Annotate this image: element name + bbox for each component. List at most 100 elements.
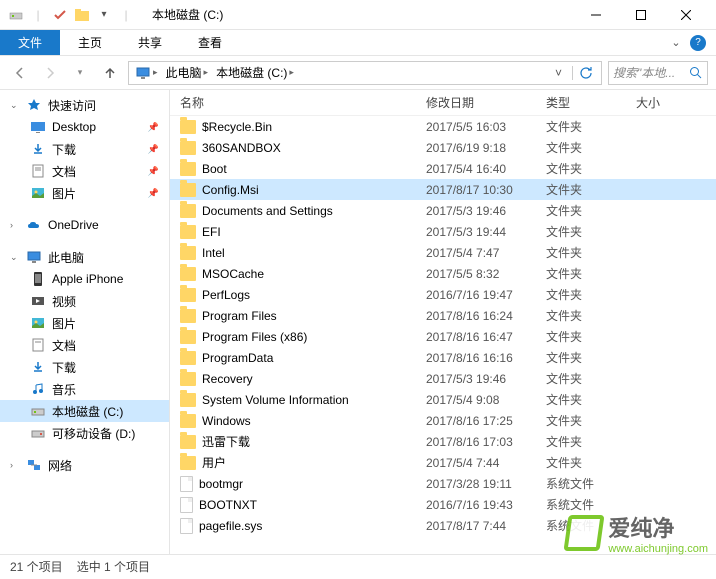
nav-downloads2[interactable]: 下载: [0, 356, 169, 378]
folder-small-icon[interactable]: [74, 7, 90, 23]
navigation-pane: ⌄快速访问 Desktop📌 下载📌 文档📌 图片📌 ›OneDrive ⌄此电…: [0, 90, 170, 554]
watermark: 爱纯净 www.aichunjing.com: [566, 511, 708, 555]
table-row[interactable]: Config.Msi2017/8/17 10:30文件夹: [170, 179, 716, 200]
nav-onedrive[interactable]: ›OneDrive: [0, 214, 169, 236]
nav-pictures[interactable]: 图片📌: [0, 182, 169, 204]
header-type[interactable]: 类型: [546, 94, 636, 111]
chevron-down-icon[interactable]: ⌄: [10, 252, 20, 263]
home-tab[interactable]: 主页: [60, 30, 120, 55]
breadcrumb-seg-cdrive[interactable]: 本地磁盘 (C:) ▸: [212, 64, 298, 81]
table-row[interactable]: Boot2017/5/4 16:40文件夹: [170, 158, 716, 179]
chevron-down-icon[interactable]: ⌄: [668, 35, 684, 51]
search-icon[interactable]: [689, 66, 703, 80]
desktop-icon: [30, 119, 46, 135]
table-row[interactable]: Intel2017/5/4 7:47文件夹: [170, 242, 716, 263]
file-type: 文件夹: [546, 391, 636, 408]
file-date: 2017/5/3 19:44: [426, 225, 546, 239]
table-row[interactable]: MSOCache2017/5/5 8:32文件夹: [170, 263, 716, 284]
picture-icon: [30, 185, 46, 201]
table-row[interactable]: System Volume Information2017/5/4 9:08文件…: [170, 389, 716, 410]
share-tab[interactable]: 共享: [120, 30, 180, 55]
file-type: 文件夹: [546, 286, 636, 303]
status-bar: 21 个项目 选中 1 个项目: [0, 554, 716, 578]
back-button[interactable]: [8, 61, 32, 85]
file-name: 迅雷下载: [202, 433, 250, 450]
file-type: 文件夹: [546, 181, 636, 198]
breadcrumb-seg-thispc[interactable]: 此电脑 ▸: [162, 64, 213, 81]
address-dropdown-icon[interactable]: ˅: [549, 66, 568, 80]
up-button[interactable]: [98, 61, 122, 85]
table-row[interactable]: Program Files2017/8/16 16:24文件夹: [170, 305, 716, 326]
header-size[interactable]: 大小: [636, 94, 716, 111]
file-tab[interactable]: 文件: [0, 30, 60, 55]
chevron-right-icon[interactable]: ▸: [204, 67, 209, 78]
nav-documents[interactable]: 文档📌: [0, 160, 169, 182]
table-row[interactable]: 360SANDBOX2017/6/19 9:18文件夹: [170, 137, 716, 158]
maximize-button[interactable]: [618, 0, 663, 30]
chevron-right-icon[interactable]: ▸: [289, 67, 294, 78]
file-name: Windows: [202, 414, 251, 428]
pin-icon: 📌: [148, 166, 159, 177]
table-row[interactable]: $Recycle.Bin2017/5/5 16:03文件夹: [170, 116, 716, 137]
nav-desktop[interactable]: Desktop📌: [0, 116, 169, 138]
nav-apple-iphone[interactable]: Apple iPhone: [0, 268, 169, 290]
qat-dropdown-icon[interactable]: ▾: [96, 7, 112, 23]
divider: |: [30, 7, 46, 23]
table-row[interactable]: EFI2017/5/3 19:44文件夹: [170, 221, 716, 242]
watermark-logo-icon: [564, 515, 605, 551]
table-row[interactable]: bootmgr2017/3/28 19:11系统文件: [170, 473, 716, 494]
nav-music[interactable]: 音乐: [0, 378, 169, 400]
help-icon[interactable]: ?: [690, 35, 706, 51]
table-row[interactable]: Documents and Settings2017/5/3 19:46文件夹: [170, 200, 716, 221]
nav-documents2[interactable]: 文档: [0, 334, 169, 356]
nav-downloads[interactable]: 下载📌: [0, 138, 169, 160]
folder-icon: [180, 246, 196, 260]
nav-network[interactable]: ›网络: [0, 454, 169, 476]
table-row[interactable]: PerfLogs2016/7/16 19:47文件夹: [170, 284, 716, 305]
ribbon-tabs: 文件 主页 共享 查看 ⌄ ?: [0, 30, 716, 56]
file-date: 2017/5/3 19:46: [426, 372, 546, 386]
chevron-right-icon[interactable]: ▸: [153, 67, 158, 78]
nav-pictures2[interactable]: 图片: [0, 312, 169, 334]
file-name: ProgramData: [202, 351, 273, 365]
folder-icon: [180, 351, 196, 365]
breadcrumb-path[interactable]: ▸ 此电脑 ▸ 本地磁盘 (C:) ▸ ˅: [128, 61, 602, 85]
watermark-url: www.aichunjing.com: [608, 543, 708, 555]
header-name[interactable]: 名称: [180, 94, 426, 111]
folder-icon: [180, 162, 196, 176]
table-row[interactable]: 迅雷下载2017/8/16 17:03文件夹: [170, 431, 716, 452]
minimize-button[interactable]: [573, 0, 618, 30]
view-tab[interactable]: 查看: [180, 30, 240, 55]
pin-icon: 📌: [148, 122, 159, 133]
refresh-button[interactable]: [572, 66, 599, 80]
pc-icon[interactable]: ▸: [131, 66, 162, 80]
nav-cdrive[interactable]: 本地磁盘 (C:): [0, 400, 169, 422]
file-icon: [180, 518, 193, 534]
folder-icon: [180, 267, 196, 281]
chevron-right-icon[interactable]: ›: [10, 220, 20, 230]
cloud-icon: [26, 217, 42, 233]
table-row[interactable]: ProgramData2017/8/16 16:16文件夹: [170, 347, 716, 368]
folder-icon: [180, 288, 196, 302]
nav-ddrive[interactable]: 可移动设备 (D:): [0, 422, 169, 444]
header-date[interactable]: 修改日期: [426, 94, 546, 111]
search-input[interactable]: 搜索"本地...: [608, 61, 708, 85]
file-date: 2016/7/16 19:43: [426, 498, 546, 512]
check-icon[interactable]: [52, 7, 68, 23]
window-controls: [573, 0, 708, 30]
folder-icon: [180, 183, 196, 197]
table-row[interactable]: Program Files (x86)2017/8/16 16:47文件夹: [170, 326, 716, 347]
table-row[interactable]: Windows2017/8/16 17:25文件夹: [170, 410, 716, 431]
forward-button[interactable]: [38, 61, 62, 85]
chevron-down-icon[interactable]: ⌄: [10, 100, 20, 111]
recent-dropdown[interactable]: ▾: [68, 61, 92, 85]
close-button[interactable]: [663, 0, 708, 30]
table-row[interactable]: Recovery2017/5/3 19:46文件夹: [170, 368, 716, 389]
chevron-right-icon[interactable]: ›: [10, 460, 20, 470]
nav-videos[interactable]: 视频: [0, 290, 169, 312]
folder-icon: [180, 204, 196, 218]
nav-quick-access[interactable]: ⌄快速访问: [0, 94, 169, 116]
nav-thispc[interactable]: ⌄此电脑: [0, 246, 169, 268]
table-row[interactable]: 用户2017/5/4 7:44文件夹: [170, 452, 716, 473]
file-name: MSOCache: [202, 267, 264, 281]
